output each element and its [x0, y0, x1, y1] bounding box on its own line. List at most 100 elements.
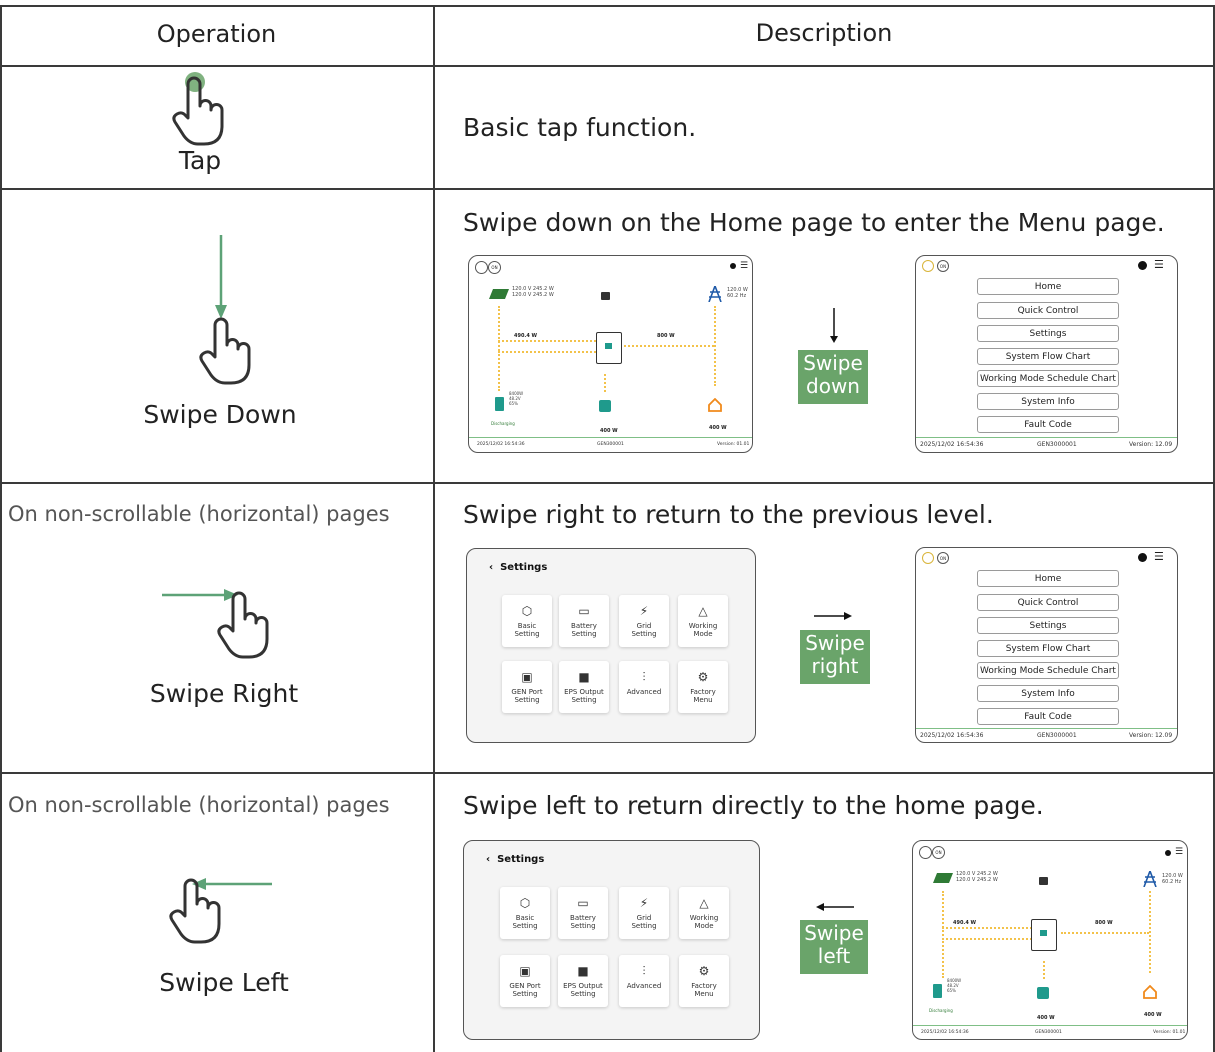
battery-icon: [495, 397, 504, 411]
swipe-down-gesture-icon: [199, 235, 251, 385]
footer-divider: [469, 437, 752, 438]
footer-time: 2025/12/02 16:54:36: [920, 732, 984, 739]
menu-item-working-mode-schedule-chart[interactable]: Working Mode Schedule Chart: [977, 662, 1119, 679]
tile-label: Battery Setting: [571, 622, 597, 638]
menu-item-system-flow-chart[interactable]: System Flow Chart: [977, 640, 1119, 657]
badge-line: Swipe: [805, 631, 865, 655]
menu-item-home[interactable]: Home: [977, 570, 1119, 587]
factory-gear-icon: ⚙: [698, 964, 710, 978]
flow-line: [942, 938, 944, 978]
generator-icon: [1039, 877, 1048, 885]
right-power: 800 W: [1095, 920, 1113, 926]
swipe-right-label: Swipe Right: [149, 679, 299, 708]
tap-description: Basic tap function.: [463, 113, 697, 142]
menu-item-home[interactable]: Home: [977, 278, 1119, 295]
grid-tower-icon: [1143, 871, 1157, 887]
badge-line: Swipe: [804, 921, 864, 945]
menu-item-system-flow-chart[interactable]: System Flow Chart: [977, 348, 1119, 365]
tile-battery-setting[interactable]: ▭ Battery Setting: [558, 887, 608, 939]
flow-line: [604, 374, 606, 392]
settings-title: ‹ Settings: [486, 854, 545, 865]
tile-label: Advanced: [626, 688, 662, 696]
menu-list-icon: ☰: [1154, 258, 1164, 271]
solar-panel-icon: [933, 873, 953, 883]
grid-values: 120.0 W 60.2 Hz: [727, 287, 748, 299]
tile-gen-port-setting[interactable]: ▣ GEN Port Setting: [502, 661, 552, 713]
tile-eps-output-setting[interactable]: ■ EPS Output Setting: [558, 955, 608, 1007]
table-row-divider: [0, 772, 1215, 774]
sliders-icon: ⫶: [642, 964, 646, 978]
footer-divider: [913, 1025, 1187, 1026]
footer-version: Version: 12.09: [1129, 732, 1173, 739]
badge-line: Swipe: [803, 351, 863, 375]
grid-tower-icon: [708, 286, 722, 302]
generator-icon: ▣: [521, 670, 533, 684]
flow-line: [498, 306, 500, 351]
menu-item-fault-code[interactable]: Fault Code: [977, 708, 1119, 725]
badge-line: left: [817, 944, 851, 968]
tile-advanced[interactable]: ⫶ Advanced: [619, 955, 669, 1007]
factory-gear-icon: ⚙: [697, 670, 709, 684]
menu-item-quick-control[interactable]: Quick Control: [977, 594, 1119, 611]
grid-values: 120.0 W 60.2 Hz: [1162, 873, 1183, 885]
menu-item-settings[interactable]: Settings: [977, 617, 1119, 634]
menu-screen-thumbnail: ON ☰ Home Quick Control Settings System …: [915, 255, 1178, 453]
tile-label: Factory Menu: [691, 982, 717, 998]
tile-grid-setting[interactable]: ⚡ Grid Setting: [619, 887, 669, 939]
badge-line: right: [811, 654, 859, 678]
swipe-left-gesture-icon: [169, 878, 272, 944]
inverter-icon: [596, 332, 622, 364]
tile-basic-setting[interactable]: ⬡ Basic Setting: [500, 887, 550, 939]
table-border-top: [0, 5, 1215, 7]
menu-item-settings[interactable]: Settings: [977, 325, 1119, 342]
tile-grid-setting[interactable]: ⚡ Grid Setting: [619, 595, 669, 647]
battery-status: Discharging: [491, 421, 515, 426]
badge-line: down: [806, 374, 860, 398]
table-row-divider: [0, 482, 1215, 484]
tile-working-mode[interactable]: △ Working Mode: [679, 887, 729, 939]
swipe-right-gesture-icon: [162, 589, 269, 659]
tile-working-mode[interactable]: △ Working Mode: [678, 595, 728, 647]
menu-item-system-info[interactable]: System Info: [977, 685, 1119, 702]
eps-load: 400 W: [1037, 1015, 1055, 1021]
tile-eps-output-setting[interactable]: ■ EPS Output Setting: [559, 661, 609, 713]
menu-item-working-mode-schedule-chart[interactable]: Working Mode Schedule Chart: [977, 370, 1119, 387]
generator-icon: ▣: [519, 964, 531, 978]
menu-item-quick-control[interactable]: Quick Control: [977, 302, 1119, 319]
home-load: 400 W: [1144, 1012, 1162, 1018]
settings-title-text: Settings: [497, 854, 545, 865]
status-dot-icon: [1138, 261, 1147, 270]
on-badge: ON: [937, 260, 949, 272]
tile-label: GEN Port Setting: [511, 688, 543, 704]
footer-serial: GEN300001: [1035, 1030, 1062, 1035]
swipe-left-note: On non-scrollable (horizontal) pages: [8, 793, 390, 817]
tile-factory-menu[interactable]: ⚙ Factory Menu: [678, 661, 728, 713]
swipe-left-badge: Swipe left: [800, 920, 868, 974]
swipe-down-badge: Swipe down: [798, 350, 868, 404]
eps-output-icon: ■: [578, 670, 590, 684]
tile-label: Working Mode: [688, 622, 718, 638]
battery-icon: ▭: [577, 896, 589, 910]
tile-battery-setting[interactable]: ▭ Battery Setting: [559, 595, 609, 647]
tile-basic-setting[interactable]: ⬡ Basic Setting: [502, 595, 552, 647]
table-border-left: [0, 5, 2, 1052]
table-row-divider: [0, 188, 1215, 190]
footer-version: Version: 01.01: [717, 442, 750, 447]
menu-item-system-info[interactable]: System Info: [977, 393, 1119, 410]
swipe-right-note: On non-scrollable (horizontal) pages: [8, 502, 390, 526]
home-screen-thumbnail: ON ☰ 120.0 V 245.2 W 120.0 V 245.2 W 120…: [468, 255, 753, 453]
triangle-icon: △: [698, 604, 708, 618]
table-border-right: [1213, 5, 1215, 1052]
triangle-icon: △: [699, 896, 709, 910]
pv-values: 120.0 V 245.2 W 120.0 V 245.2 W: [956, 871, 998, 883]
tile-factory-menu[interactable]: ⚙ Factory Menu: [679, 955, 729, 1007]
tile-gen-port-setting[interactable]: ▣ GEN Port Setting: [500, 955, 550, 1007]
flow-line: [624, 345, 714, 347]
battery-values: 8400W 48.2V 65%: [947, 978, 962, 993]
solar-panel-icon: [489, 289, 509, 299]
tile-advanced[interactable]: ⫶ Advanced: [619, 661, 669, 713]
tap-label: Tap: [178, 146, 222, 175]
flow-line: [1043, 961, 1045, 979]
menu-item-fault-code[interactable]: Fault Code: [977, 416, 1119, 433]
home-load-icon: [708, 398, 722, 412]
